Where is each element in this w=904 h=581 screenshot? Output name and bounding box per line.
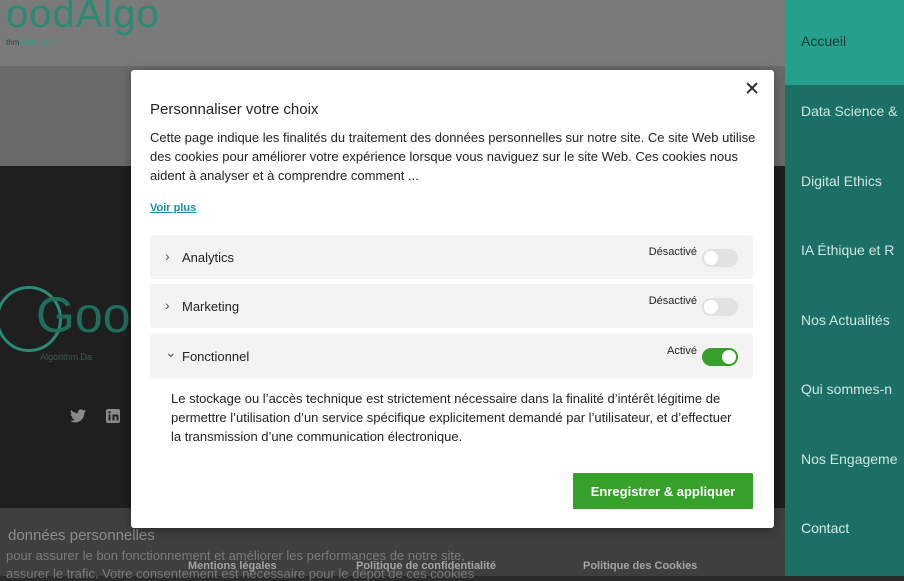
toggle-knob <box>704 300 718 314</box>
chevron-down-icon: ⌄ <box>165 344 177 360</box>
footer-logo-subtitle: Algorithm Da <box>40 352 93 362</box>
nav-item-engagements[interactable]: Nos Engageme <box>801 451 898 467</box>
modal-description: Cette page indique les finalités du trai… <box>150 130 756 183</box>
linkedin-icon[interactable] <box>106 409 120 427</box>
fonctionnel-toggle[interactable] <box>702 348 738 366</box>
footer-link-privacy[interactable]: Politique de confidentialité <box>356 560 496 572</box>
nav-item-data-science[interactable]: Data Science & <box>801 103 898 119</box>
side-navigation: Accueil Data Science & Digital Ethics IA… <box>785 0 904 576</box>
nav-item-ia-ethique[interactable]: IA Éthique et R <box>801 242 894 258</box>
site-logo-subtitle: thm Data Ethic <box>6 38 59 47</box>
nav-item-accueil[interactable]: Accueil <box>801 33 846 49</box>
footer-logo: Goo <box>36 287 131 343</box>
category-name: Marketing <box>182 299 240 314</box>
category-name: Fonctionnel <box>182 349 250 364</box>
category-status: Désactivé <box>648 246 697 258</box>
toggle-knob <box>722 350 736 364</box>
background-cookie-title: données personnelles <box>8 527 155 544</box>
site-logo[interactable]: oodAlgo <box>6 0 160 37</box>
nav-item-qui-sommes-nous[interactable]: Qui sommes-n <box>801 381 892 397</box>
toggle-knob <box>704 251 718 265</box>
category-status: Activé <box>667 345 697 357</box>
close-icon[interactable]: ✕ <box>744 80 760 100</box>
category-analytics[interactable]: › Analytics Désactivé <box>150 235 753 279</box>
chevron-right-icon: › <box>165 248 170 264</box>
footer-link-legal[interactable]: Mentions légales <box>188 560 277 572</box>
read-more-link[interactable]: Voir plus <box>150 202 196 214</box>
cookie-preferences-modal: ✕ Personnaliser votre choix Cette page i… <box>131 70 774 528</box>
nav-item-actualites[interactable]: Nos Actualités <box>801 312 890 328</box>
category-name: Analytics <box>182 250 235 265</box>
fonctionnel-description: Le stockage ou l’accès technique est str… <box>171 391 732 444</box>
category-status: Désactivé <box>648 295 697 307</box>
modal-title: Personnaliser votre choix <box>150 101 319 118</box>
category-fonctionnel[interactable]: ⌄ Fonctionnel Activé <box>150 334 753 378</box>
marketing-toggle[interactable] <box>702 298 738 316</box>
twitter-icon[interactable] <box>70 409 86 427</box>
analytics-toggle[interactable] <box>702 249 738 267</box>
nav-item-digital-ethics[interactable]: Digital Ethics <box>801 173 882 189</box>
nav-item-contact[interactable]: Contact <box>801 520 849 536</box>
footer-link-cookies[interactable]: Politique des Cookies <box>583 560 697 572</box>
category-marketing[interactable]: › Marketing Désactivé <box>150 284 753 328</box>
save-apply-button[interactable]: Enregistrer & appliquer <box>573 473 753 509</box>
chevron-right-icon: › <box>165 297 170 313</box>
